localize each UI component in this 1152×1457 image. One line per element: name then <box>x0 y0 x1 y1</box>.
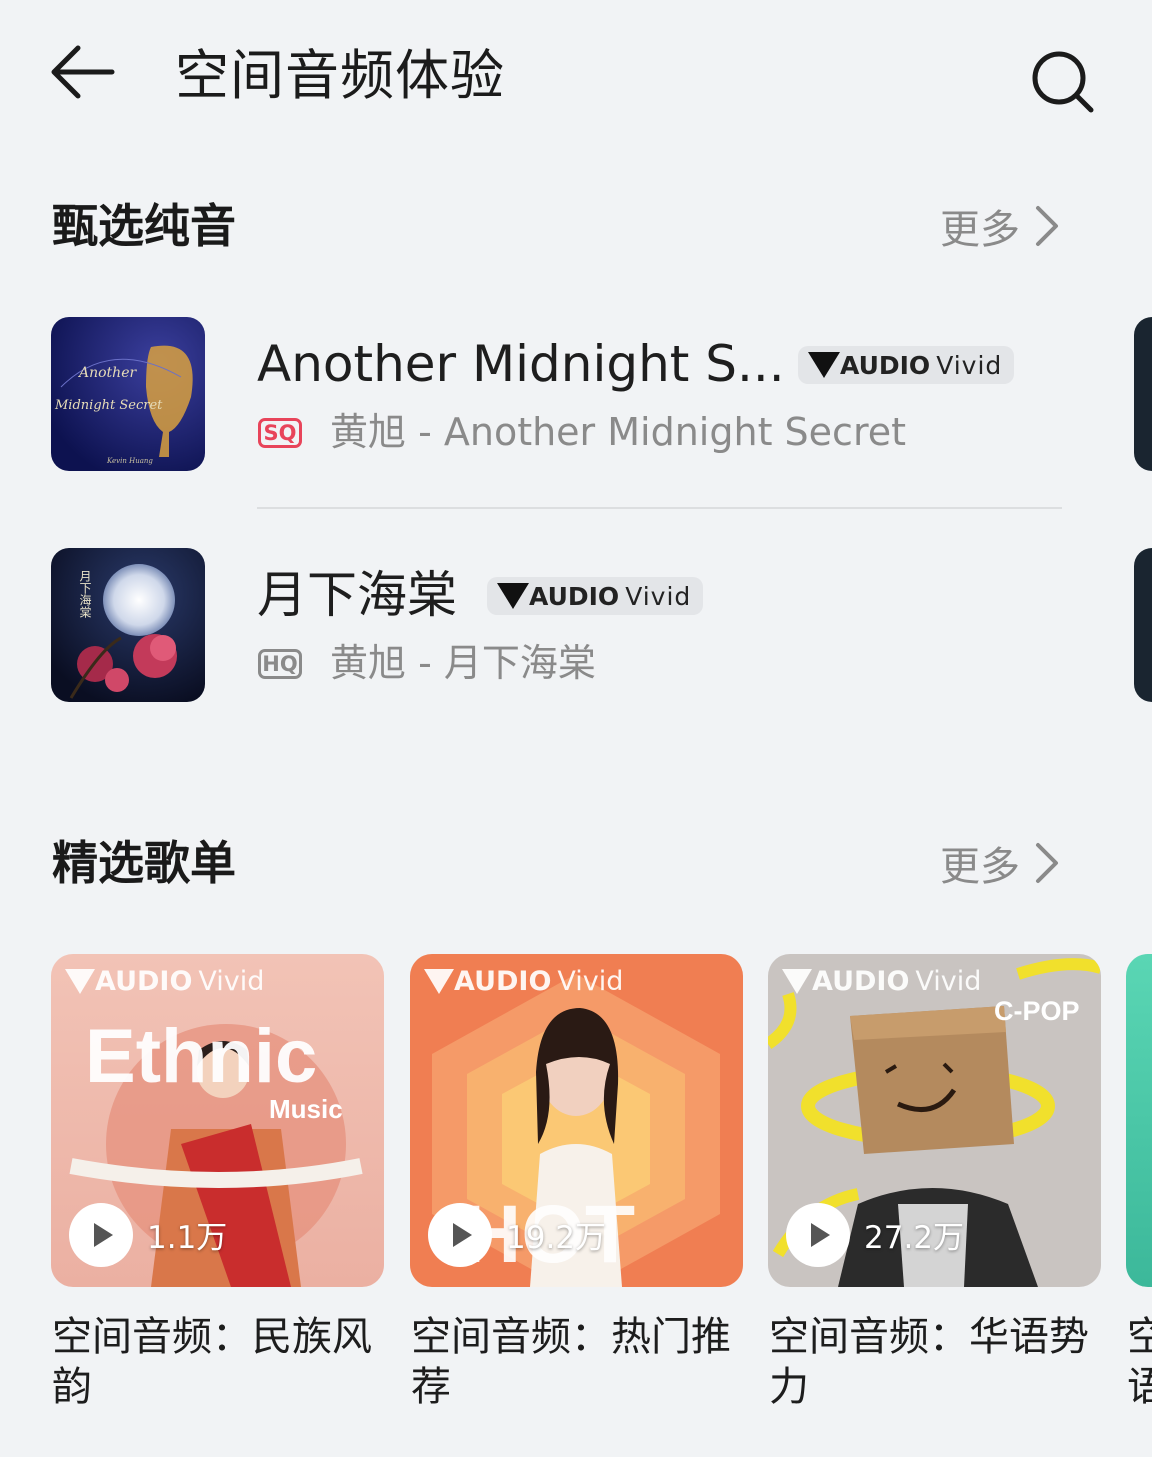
vivid-logo-icon <box>424 969 454 994</box>
chevron-right-icon <box>1036 843 1058 883</box>
badge-word: Vivid <box>936 350 1003 380</box>
vivid-logo-icon <box>782 969 812 994</box>
audio-vivid-badge: AUDIO Vivid <box>798 346 1015 384</box>
playlist-card-1[interactable]: Ethnic Music AUDIO Vivid 1.1万 <box>51 954 384 1287</box>
arrow-left-icon <box>51 45 115 99</box>
track-title[interactable]: 月下海棠 <box>257 564 457 626</box>
playlist-card-3[interactable]: C-POP AUDIO Vivid 27.2万 <box>768 954 1101 1287</box>
vivid-logo-icon <box>65 969 95 994</box>
cover-text: Kevin Huang <box>106 457 153 465</box>
brand-text: AUDIO <box>454 966 552 997</box>
badge-brand: AUDIO <box>529 581 620 611</box>
cover-text: C-POP <box>994 996 1080 1026</box>
more-label: 更多 <box>940 844 1020 890</box>
album-art-image: 月下海棠 <box>51 548 205 702</box>
partial-card[interactable] <box>1134 317 1152 471</box>
brand-word: Vivid <box>198 966 265 997</box>
more-label: 更多 <box>940 207 1020 253</box>
cover-text: Midnight Secret <box>54 398 163 413</box>
audio-vivid-badge: AUDIO Vivid <box>487 577 704 615</box>
more-playlists-button[interactable]: 更多 <box>940 833 1060 893</box>
playlist-title[interactable]: 空语 <box>1127 1312 1152 1412</box>
quality-badge-hq: HQ <box>258 649 302 679</box>
play-button[interactable] <box>786 1203 850 1267</box>
track-cover-2[interactable]: 月下海棠 <box>51 548 205 702</box>
playlist-title[interactable]: 空间音频：华语势力 <box>769 1312 1109 1412</box>
section-title-pure: 甄选纯音 <box>52 199 236 253</box>
divider <box>257 507 1062 509</box>
playlist-title[interactable]: 空间音频：民族风韵 <box>52 1312 392 1412</box>
play-count: 19.2万 <box>506 1220 607 1256</box>
play-button[interactable] <box>69 1203 133 1267</box>
badge-brand: AUDIO <box>840 350 931 380</box>
playlist-title[interactable]: 空间音频：热门推荐 <box>411 1312 751 1412</box>
partial-card[interactable] <box>1134 548 1152 702</box>
cover-text: 月下海棠 <box>78 570 92 619</box>
track-cover-1[interactable]: Another Midnight Secret Kevin Huang <box>51 317 205 471</box>
playlist-card-4[interactable] <box>1126 954 1152 1287</box>
brand-word: Vivid <box>557 966 624 997</box>
playlist-card-2[interactable]: HOT AUDIO Vivid 19.2万 <box>410 954 743 1287</box>
brand-word: Vivid <box>915 966 982 997</box>
cover-text: Another <box>77 365 137 381</box>
search-icon <box>1032 51 1094 113</box>
audio-vivid-brand: AUDIO Vivid <box>782 966 981 997</box>
cover-text: Ethnic <box>85 1014 317 1099</box>
vivid-logo-icon <box>497 583 529 609</box>
quality-badge-sq: SQ <box>258 418 302 448</box>
search-button[interactable] <box>1025 44 1101 120</box>
play-count: 1.1万 <box>147 1220 228 1256</box>
audio-vivid-brand: AUDIO Vivid <box>424 966 623 997</box>
track-subtitle: 黄旭 - 月下海棠 <box>330 641 596 685</box>
track-subtitle: 黄旭 - Another Midnight Secret <box>330 410 907 454</box>
album-art-image: Another Midnight Secret Kevin Huang <box>51 317 205 471</box>
vivid-logo-icon <box>808 352 840 378</box>
back-button[interactable] <box>44 38 124 108</box>
chevron-right-icon <box>1036 206 1058 246</box>
audio-vivid-brand: AUDIO Vivid <box>65 966 264 997</box>
play-icon <box>811 1223 830 1247</box>
play-icon <box>94 1223 113 1247</box>
section-title-playlists: 精选歌单 <box>52 836 236 890</box>
page-title: 空间音频体验 <box>175 44 505 107</box>
brand-text: AUDIO <box>812 966 910 997</box>
play-button[interactable] <box>428 1203 492 1267</box>
cover-text: Music <box>269 1094 343 1124</box>
brand-text: AUDIO <box>95 966 193 997</box>
play-count: 27.2万 <box>864 1220 965 1256</box>
track-title[interactable]: Another Midnight S... <box>257 333 785 395</box>
play-icon <box>453 1223 472 1247</box>
badge-word: Vivid <box>625 581 692 611</box>
more-pure-button[interactable]: 更多 <box>940 196 1060 256</box>
